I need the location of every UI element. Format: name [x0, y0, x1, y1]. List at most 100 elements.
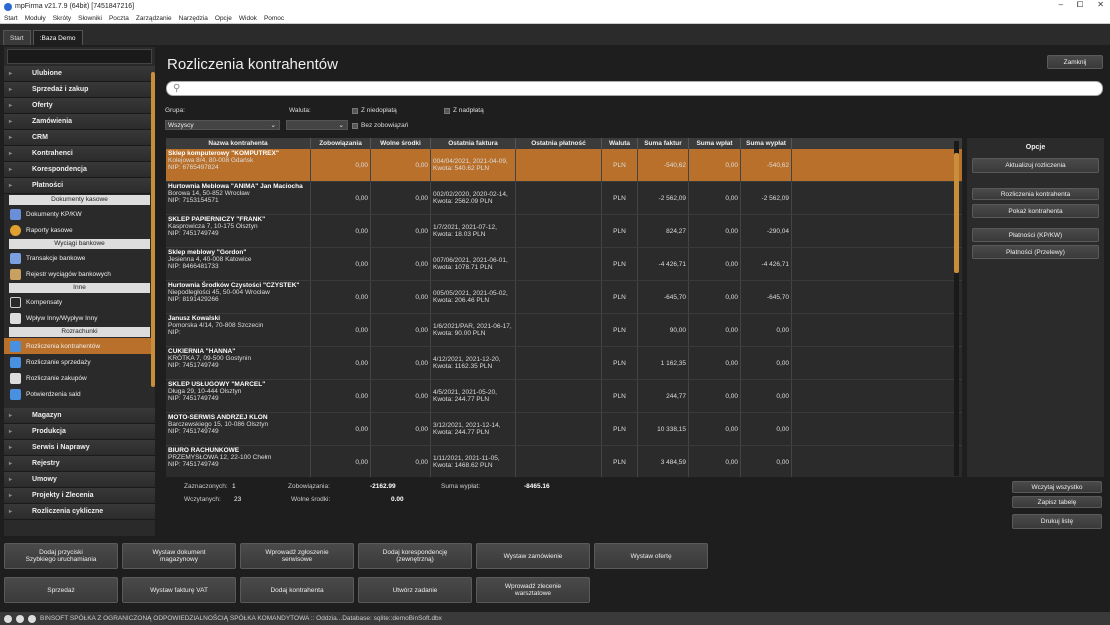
dodaj-kontrahenta-button[interactable]: Dodaj kontrahenta — [240, 577, 354, 603]
sidebar-section-projekty[interactable]: Projekty i Zlecenia — [4, 488, 155, 504]
z-nadplata-checkbox[interactable]: Z nadpłatą — [444, 107, 484, 114]
wystaw-fakture-vat-button[interactable]: Wystaw fakturę VAT — [122, 577, 236, 603]
platnosci-przelewy-button[interactable]: Płatności (Przelewy) — [972, 245, 1099, 259]
table-row[interactable]: CUKIERNIA "HANNA" KRÓTKA 7, 09-500 Gostyn… — [166, 347, 962, 380]
sidebar-item-rejestr-wyciagow[interactable]: Rejestr wyciągów bankowych — [4, 266, 155, 282]
sidebar-item-wplyw-inny[interactable]: Wpływ Inny/Wypływ Inny — [4, 310, 155, 326]
maximize-button[interactable]: ⧠ — [1077, 0, 1083, 10]
column-header[interactable]: Zobowiązania — [311, 138, 371, 149]
sidebar-section-platnosci[interactable]: Płatności — [4, 178, 155, 194]
menu-opcje[interactable]: Opcje — [215, 15, 232, 22]
table-row[interactable]: BIURO RACHUNKOWE PRZEMYSŁOWA 12, 22-100 C… — [166, 446, 962, 477]
menu-zarzadzanie[interactable]: Zarządzanie — [136, 15, 172, 22]
sidebar-search-input[interactable] — [7, 49, 152, 64]
sidebar-scrollbar[interactable] — [151, 72, 155, 387]
aktualizuj-rozliczenia-button[interactable]: Aktualizuj rozliczenia — [972, 158, 1099, 173]
menu-slowniki[interactable]: Słowniki — [78, 15, 102, 22]
table-row[interactable]: SKLEP USŁUGOWY "MARCEL" Długa 29, 10-444 … — [166, 380, 962, 413]
sidebar-item-kompensaty[interactable]: Kompensaty — [4, 294, 155, 310]
utworz-zadanie-button[interactable]: Utwórz zadanie — [358, 577, 472, 603]
drukuj-liste-button[interactable]: Drukuj listę — [1012, 514, 1102, 529]
sidebar-item-label: Rejestr wyciągów bankowych — [26, 270, 111, 278]
wprowadz-zgloszenie-button[interactable]: Wprowadź zgłoszenie serwisowe — [240, 543, 354, 569]
sidebar-item-rozliczanie-zakupow[interactable]: Rozliczanie zakupów — [4, 370, 155, 386]
sidebar-section-sprzedaz[interactable]: Sprzedaż i zakup — [4, 82, 155, 98]
column-header[interactable]: Wolne środki — [371, 138, 431, 149]
menu-poczta[interactable]: Poczta — [109, 15, 129, 22]
close-button[interactable]: Zamknij — [1047, 55, 1103, 69]
wczytaj-wszystko-button[interactable]: Wczytaj wszystko — [1012, 481, 1102, 493]
menu-widok[interactable]: Widok — [239, 15, 257, 22]
sidebar-item-rozliczenia-kontrahentow[interactable]: Rozliczenia kontrahentów — [4, 338, 155, 354]
table-row[interactable]: SKLEP PAPIERNICZY "FRANK" Kasprowicza 7, … — [166, 215, 962, 248]
column-header[interactable]: Ostatnia płatność — [516, 138, 602, 149]
sidebar-section-magazyn[interactable]: Magazyn — [4, 408, 155, 424]
column-header[interactable]: Suma faktur — [638, 138, 689, 149]
tab-baza-demo[interactable]: :Baza Demo — [32, 30, 83, 45]
menu-narzedzia[interactable]: Narzędzia — [179, 15, 208, 22]
sidebar-section-serwis[interactable]: Serwis i Naprawy — [4, 440, 155, 456]
sidebar-section-rozliczenia-cykliczne[interactable]: Rozliczenia cykliczne — [4, 504, 155, 520]
column-header[interactable]: Ostatnia faktura — [431, 138, 516, 149]
table-row[interactable]: MOTO-SERWIS ANDRZEJ KLON Barczewskiego 15… — [166, 413, 962, 446]
wystaw-zamowienie-button[interactable]: Wystaw zamówienie — [476, 543, 590, 569]
cell-suma-faktur: 1 162,35 — [638, 347, 689, 379]
column-header[interactable]: Waluta — [602, 138, 638, 149]
pokaz-kontrahenta-button[interactable]: Pokaż kontrahenta — [972, 204, 1099, 218]
sidebar-section-crm[interactable]: CRM — [4, 130, 155, 146]
table-row[interactable]: Sklep meblowy "Gordon" Jesienna 4, 40-008… — [166, 248, 962, 281]
dodaj-korespondencje-button[interactable]: Dodaj korespondencję (zewnętrzną) — [358, 543, 472, 569]
z-niedoplata-checkbox[interactable]: Z niedopłatą — [352, 107, 397, 114]
cell-waluta: PLN — [602, 413, 638, 445]
search-input[interactable]: ⚲ — [166, 81, 1103, 96]
cell-suma-wyplat: -540,62 — [741, 149, 792, 181]
sidebar-section-zamowienia[interactable]: Zamówienia — [4, 114, 155, 130]
sidebar-section-rejestry[interactable]: Rejestry — [4, 456, 155, 472]
cell-zobowiazania: 0,00 — [311, 281, 371, 313]
wystaw-oferte-button[interactable]: Wystaw ofertę — [594, 543, 708, 569]
checkbox-icon — [352, 107, 358, 114]
table-row[interactable]: Janusz Kowalski Pomorska 4/14, 70-808 Szc… — [166, 314, 962, 347]
sidebar-section-ulubione[interactable]: Ulubione — [4, 66, 155, 82]
menu-pomoc[interactable]: Pomoc — [264, 15, 284, 22]
column-header[interactable]: Nazwa kontrahenta — [166, 138, 311, 149]
sidebar-item-raporty-kasowe[interactable]: Raporty kasowe — [4, 222, 155, 238]
tab-start[interactable]: Start — [3, 30, 31, 45]
grupa-select[interactable]: Wszyscy ⌄ — [165, 120, 280, 130]
zapisz-tabele-button[interactable]: Zapisz tabelę — [1012, 496, 1102, 508]
sidebar-section-korespondencja[interactable]: Korespondencja — [4, 162, 155, 178]
wprowadz-zlecenie-button[interactable]: Wprowadź zlecenie warsztatowe — [476, 577, 590, 603]
sidebar-item-label: Dokumenty KP/KW — [26, 210, 82, 218]
table-scrollbar[interactable] — [954, 141, 959, 476]
cell-waluta: PLN — [602, 149, 638, 181]
sidebar-section-kontrahenci[interactable]: Kontrahenci — [4, 146, 155, 162]
sidebar-item-transakcje-bankowe[interactable]: Transakcje bankowe — [4, 250, 155, 266]
sprzedaz-button[interactable]: Sprzedaż — [4, 577, 118, 603]
dodaj-przyciski-button[interactable]: Dodaj przyciski Szybkiego uruchamiania — [4, 543, 118, 569]
sidebar-section-oferty[interactable]: Oferty — [4, 98, 155, 114]
invoice-line: 005/05/2021, 2021-05-02, — [433, 290, 508, 297]
wystaw-dokument-magazynowy-button[interactable]: Wystaw dokument magazynowy — [122, 543, 236, 569]
minimize-button[interactable]: – — [1058, 0, 1062, 10]
waluta-select[interactable]: ⌄ — [286, 120, 348, 130]
sidebar-item-rozliczanie-sprzedazy[interactable]: Rozliczanie sprzedaży — [4, 354, 155, 370]
menu-start[interactable]: Start — [4, 15, 18, 22]
sidebar-item-potwierdzenia-sald[interactable]: Potwierdzenia sald — [4, 386, 155, 402]
table-row[interactable]: Hurtownia Meblowa "ANIMA" Jan Maciocha Bo… — [166, 182, 962, 215]
sidebar-section-umowy[interactable]: Umowy — [4, 472, 155, 488]
table-row[interactable]: Hurtownia Środków Czystości "CZYSTEK" Nie… — [166, 281, 962, 314]
sidebar-item-dokumenty-kpkw[interactable]: Dokumenty KP/KW — [4, 206, 155, 222]
status-bar: BINSOFT SPÓŁKA Z OGRANICZONĄ ODPOWIEDZIA… — [0, 612, 1110, 625]
column-header[interactable]: Suma wypłat — [741, 138, 792, 149]
close-window-button[interactable]: ✕ — [1097, 0, 1104, 10]
rozliczenia-kontrahenta-button[interactable]: Rozliczenia kontrahenta — [972, 188, 1099, 200]
sidebar-section-produkcja[interactable]: Produkcja — [4, 424, 155, 440]
table-row[interactable]: Sklep komputerowy "KOMPUTREX" Kolejowa 8/… — [166, 149, 962, 182]
platnosci-kpkw-button[interactable]: Płatności (KP/KW) — [972, 228, 1099, 242]
menu-moduly[interactable]: Moduły — [25, 15, 46, 22]
column-header[interactable]: Suma wpłat — [689, 138, 741, 149]
bez-zobowiazan-checkbox[interactable]: Bez zobowiązań — [352, 122, 408, 129]
contractor-nip: NIP: 8466481733 — [168, 263, 219, 270]
menu-skroty[interactable]: Skróty — [53, 15, 71, 22]
cell-suma-wyplat: -4 426,71 — [741, 248, 792, 280]
